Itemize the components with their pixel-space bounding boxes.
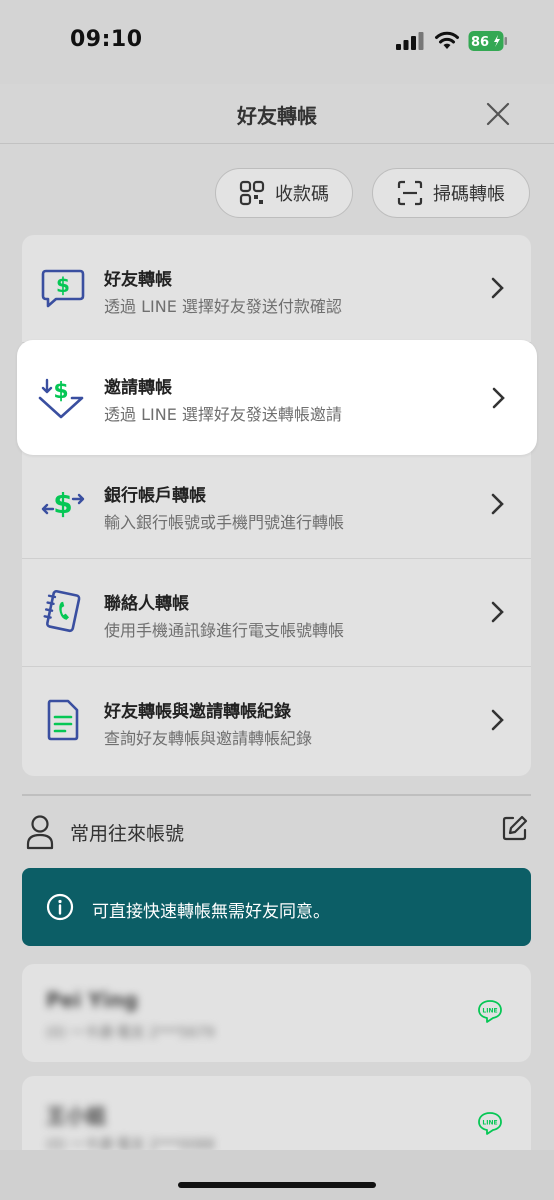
page-title: 好友轉帳: [237, 104, 317, 128]
svg-text:$: $: [53, 487, 72, 520]
receive-code-button[interactable]: 收款碼: [215, 168, 353, 218]
document-icon: [47, 699, 79, 741]
contact-name: 王小姐: [46, 1104, 106, 1128]
home-indicator[interactable]: [178, 1182, 376, 1188]
close-icon[interactable]: [484, 100, 512, 128]
line-logo-icon: LINE: [478, 1000, 502, 1023]
invite-dollar-icon: $: [38, 378, 84, 419]
menu-item-title: 聯絡人轉帳: [104, 594, 189, 614]
menu-item-subtitle: 查詢好友轉帳與邀請轉帳紀錄: [104, 729, 313, 748]
edit-icon[interactable]: [501, 814, 529, 842]
menu-item-subtitle: 透過 LINE 選擇好友發送轉帳邀請: [104, 405, 342, 424]
menu-item-subtitle: 使用手機通訊錄進行電支帳號轉帳: [104, 621, 345, 640]
chevron-right-icon: [491, 277, 504, 299]
menu-item-subtitle: 透過 LINE 選擇好友發送付款確認: [104, 297, 342, 316]
receive-code-label: 收款碼: [275, 184, 329, 205]
wifi-icon: [435, 31, 459, 49]
menu-item-title: 好友轉帳與邀請轉帳紀錄: [104, 702, 291, 722]
svg-text:$: $: [53, 379, 68, 404]
contact-card[interactable]: Pei Ying (0) 一卡通·電支 2***5679 LINE: [22, 964, 531, 1062]
status-time: 09:10: [70, 27, 143, 52]
menu-item-transfer-records[interactable]: 好友轉帳與邀請轉帳紀錄 查詢好友轉帳與邀請轉帳紀錄: [22, 667, 531, 775]
contact-name: Pei Ying: [46, 988, 138, 1012]
scan-transfer-button[interactable]: 掃碼轉帳: [372, 168, 530, 218]
menu-item-friend-transfer[interactable]: $ 好友轉帳 透過 LINE 選擇好友發送付款確認: [22, 235, 531, 343]
menu-item-title: 邀請轉帳: [104, 378, 172, 398]
exchange-dollar-icon: $: [41, 487, 85, 520]
contact-account: (0) 一卡通·電支 2***5679: [46, 1025, 215, 1041]
scan-icon: [397, 180, 423, 206]
svg-text:LINE: LINE: [482, 1008, 497, 1015]
qr-code-icon: [239, 180, 265, 206]
nav-header: 好友轉帳: [0, 84, 554, 144]
section-divider: [22, 794, 531, 796]
cellular-signal-icon: [396, 32, 424, 50]
svg-text:LINE: LINE: [482, 1120, 497, 1127]
battery-icon: 86: [468, 31, 507, 51]
transfer-menu: $ 好友轉帳 透過 LINE 選擇好友發送付款確認 $ 銀行帳戶轉帳 輸入銀行帳…: [22, 235, 531, 776]
menu-item-bank-transfer[interactable]: $ 銀行帳戶轉帳 輸入銀行帳號或手機門號進行轉帳: [22, 451, 531, 559]
menu-item-title: 好友轉帳: [104, 270, 172, 290]
menu-item-contact-transfer[interactable]: 聯絡人轉帳 使用手機通訊錄進行電支帳號轉帳: [22, 559, 531, 667]
info-banner: 可直接快速轉帳無需好友同意。: [22, 868, 531, 946]
chevron-right-icon: [492, 387, 505, 409]
home-indicator-bar: [0, 1150, 554, 1200]
chevron-right-icon: [491, 601, 504, 623]
svg-text:$: $: [56, 273, 70, 297]
menu-item-invite-transfer[interactable]: $ 邀請轉帳 透過 LINE 選擇好友發送轉帳邀請: [17, 340, 537, 455]
info-icon: [46, 893, 74, 921]
info-banner-text: 可直接快速轉帳無需好友同意。: [92, 902, 330, 922]
battery-level: 86: [471, 35, 489, 50]
status-bar: 09:10 86: [0, 0, 554, 84]
frequent-accounts-label: 常用往來帳號: [70, 823, 185, 845]
chat-dollar-icon: $: [41, 269, 85, 308]
person-icon: [26, 815, 54, 850]
chevron-right-icon: [491, 709, 504, 731]
line-logo-icon: LINE: [478, 1112, 502, 1135]
contact-book-icon: [43, 589, 81, 633]
frequent-accounts-header: 常用往來帳號: [22, 806, 531, 856]
scan-transfer-label: 掃碼轉帳: [433, 184, 505, 205]
menu-item-title: 銀行帳戶轉帳: [104, 486, 206, 506]
chevron-right-icon: [491, 493, 504, 515]
menu-item-subtitle: 輸入銀行帳號或手機門號進行轉帳: [104, 513, 345, 532]
